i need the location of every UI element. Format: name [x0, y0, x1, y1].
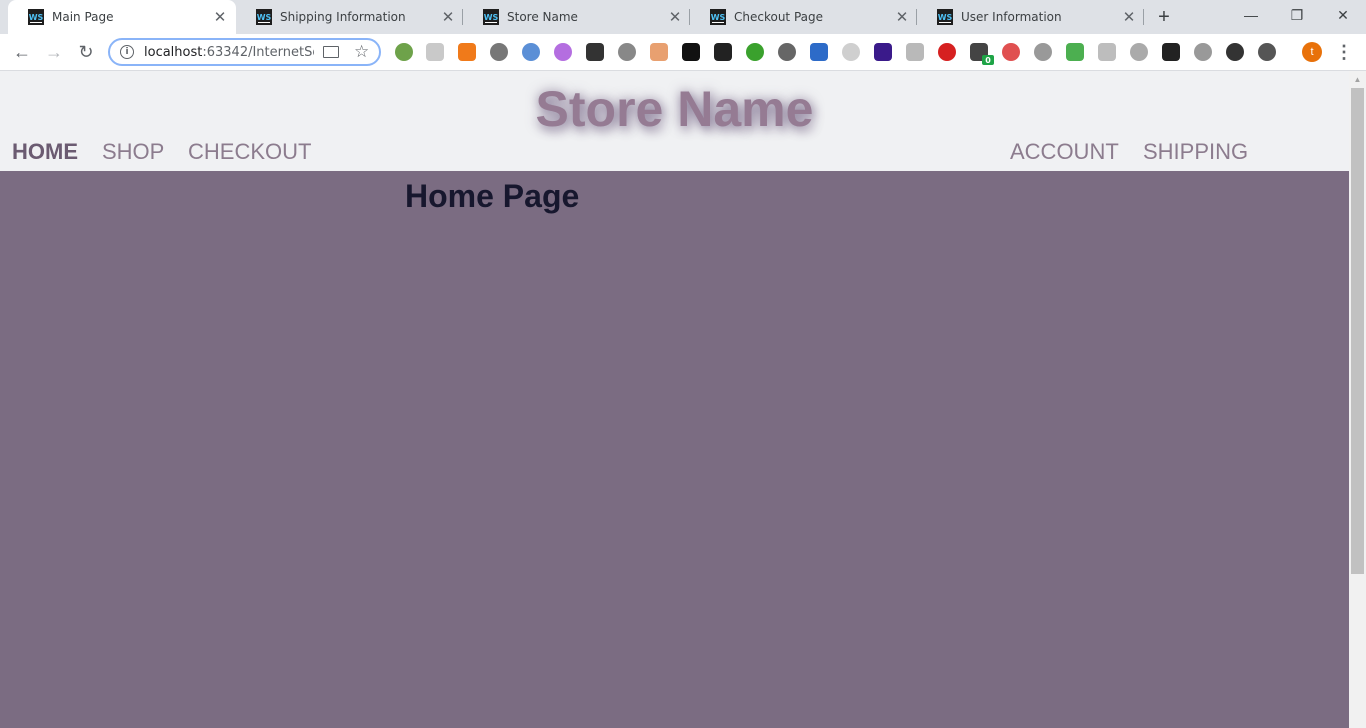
extension-icon[interactable]: [395, 43, 413, 61]
webstorm-icon: WS: [483, 9, 499, 25]
scroll-up-arrow-icon[interactable]: ▲: [1349, 72, 1366, 87]
webstorm-icon: WS: [28, 9, 44, 25]
site-header: Store Name HOME SHOP CHECKOUT ACCOUNT SH…: [0, 71, 1349, 171]
webstorm-icon: WS: [937, 9, 953, 25]
extension-icon[interactable]: [1194, 43, 1212, 61]
nav-account-link[interactable]: ACCOUNT: [1010, 139, 1119, 165]
nav-checkout-link[interactable]: CHECKOUT: [188, 139, 311, 165]
tab-divider: [1143, 9, 1144, 25]
extension-icon[interactable]: [1002, 43, 1020, 61]
bookmark-star-icon[interactable]: ☆: [354, 42, 369, 62]
tab-title: Checkout Page: [734, 10, 824, 24]
extension-icon[interactable]: [458, 43, 476, 61]
extension-icon[interactable]: [938, 43, 956, 61]
extension-icon[interactable]: [906, 43, 924, 61]
restore-button[interactable]: ❐: [1274, 0, 1320, 30]
window-close-button[interactable]: ✕: [1320, 0, 1366, 30]
address-url[interactable]: localhost:63342/InternetSof: [144, 45, 314, 60]
extension-icon[interactable]: [874, 43, 892, 61]
tab-checkout-page[interactable]: WS Checkout Page ✕: [690, 0, 918, 34]
minimize-button[interactable]: —: [1228, 0, 1274, 30]
tab-title: User Information: [961, 10, 1062, 24]
extension-icon[interactable]: [714, 43, 732, 61]
extension-icon[interactable]: [1130, 43, 1148, 61]
tab-strip: WS Main Page ✕ WS Shipping Information ✕…: [0, 0, 1366, 34]
tab-store-name[interactable]: WS Store Name ✕: [463, 0, 691, 34]
browser-toolbar: ← → ↻ i localhost:63342/InternetSof ☆ t …: [0, 34, 1366, 71]
new-tab-button[interactable]: +: [1153, 6, 1175, 28]
tab-user-information[interactable]: WS User Information ✕: [917, 0, 1145, 34]
close-tab-icon[interactable]: ✕: [665, 7, 685, 27]
webstorm-icon: WS: [710, 9, 726, 25]
extension-icon[interactable]: [554, 43, 572, 61]
scrollbar-thumb[interactable]: [1351, 88, 1364, 574]
site-info-icon[interactable]: i: [120, 45, 134, 59]
tab-title: Main Page: [52, 10, 114, 24]
page-title: Home Page: [405, 178, 580, 214]
webstorm-icon: WS: [256, 9, 272, 25]
browser-menu-icon[interactable]: ⋮: [1335, 41, 1353, 63]
extension-icon[interactable]: [842, 43, 860, 61]
extension-icon[interactable]: [618, 43, 636, 61]
nav-shop-link[interactable]: SHOP: [102, 139, 164, 165]
extension-icon[interactable]: [810, 43, 828, 61]
extension-icon[interactable]: [1034, 43, 1052, 61]
extension-icon[interactable]: [778, 43, 796, 61]
address-bar[interactable]: i localhost:63342/InternetSof ☆: [108, 38, 381, 66]
tab-main-page[interactable]: WS Main Page ✕: [8, 0, 236, 34]
store-name-heading: Store Name: [535, 81, 814, 137]
extension-icon[interactable]: [522, 43, 540, 61]
extension-icon[interactable]: [586, 43, 604, 61]
extension-icon[interactable]: [1226, 43, 1244, 61]
close-tab-icon[interactable]: ✕: [438, 7, 458, 27]
extension-badge: 0: [982, 55, 994, 65]
tab-shipping-information[interactable]: WS Shipping Information ✕: [236, 0, 464, 34]
close-tab-icon[interactable]: ✕: [210, 7, 230, 27]
close-tab-icon[interactable]: ✕: [1119, 7, 1139, 27]
extension-icon[interactable]: [426, 43, 444, 61]
close-tab-icon[interactable]: ✕: [892, 7, 912, 27]
nav-home-link[interactable]: HOME: [12, 139, 78, 165]
profile-avatar[interactable]: t: [1302, 42, 1322, 62]
extension-icon[interactable]: [746, 43, 764, 61]
extension-icon[interactable]: [1066, 43, 1084, 61]
extension-icon[interactable]: [1098, 43, 1116, 61]
reload-button[interactable]: ↻: [73, 39, 99, 65]
tab-title: Store Name: [507, 10, 578, 24]
tab-title: Shipping Information: [280, 10, 406, 24]
back-button[interactable]: ←: [9, 39, 35, 65]
extension-icon[interactable]: [650, 43, 668, 61]
devices-icon[interactable]: [323, 46, 339, 58]
nav-shipping-link[interactable]: SHIPPING: [1143, 139, 1248, 165]
forward-button[interactable]: →: [41, 39, 67, 65]
extension-icon[interactable]: [682, 43, 700, 61]
extension-icon[interactable]: [1162, 43, 1180, 61]
extension-icon[interactable]: [490, 43, 508, 61]
extension-icon[interactable]: [1258, 43, 1276, 61]
